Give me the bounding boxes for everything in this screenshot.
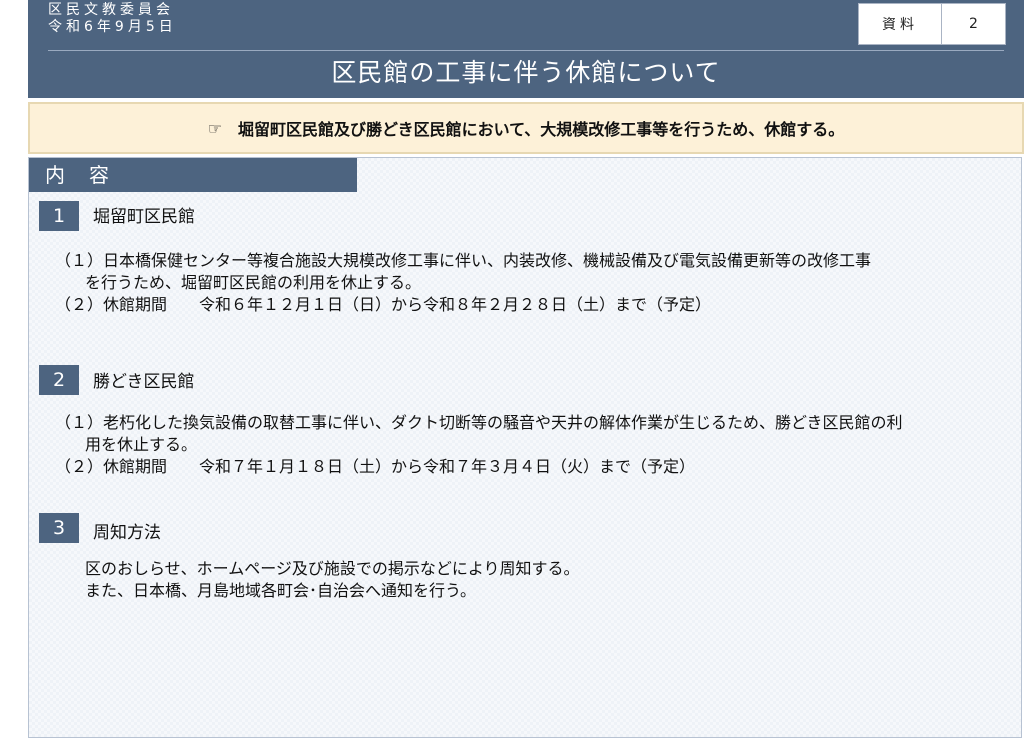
section-3-number: 3 — [39, 513, 79, 543]
summary-text: 堀留町区民館及び勝どき区民館において、大規模改修工事等を行うため、休館する。 — [238, 120, 845, 139]
document-number-box: 資料 2 — [858, 3, 1006, 45]
content-panel: 内 容 1 堀留町区民館 （１）日本橋保健センター等複合施設大規模改修工事に伴い… — [28, 157, 1022, 738]
section-1-number: 1 — [39, 201, 79, 231]
section-2-line-3: （２）休館期間 令和７年１月１８日（土）から令和７年３月４日（火）まで（予定） — [55, 457, 696, 476]
section-3-line-1: 区のおしらせ、ホームページ及び施設での掲示などにより周知する。 — [85, 559, 580, 578]
section-3-line-2: また、日本橋、月島地域各町会･自治会へ通知を行う。 — [85, 581, 477, 600]
doc-label: 資料 — [859, 4, 942, 44]
section-2-title: 勝どき区民館 — [93, 372, 195, 392]
section-2-line-1: （１）老朽化した換気設備の取替工事に伴い、ダクト切断等の騒音や天井の解体作業が生… — [55, 413, 903, 432]
page-title: 区民館の工事に伴う休館について — [331, 58, 721, 87]
summary-box: ☞ 堀留町区民館及び勝どき区民館において、大規模改修工事等を行うため、休館する。 — [28, 102, 1024, 154]
committee-name: 区民文教委員会 — [48, 2, 174, 18]
committee-block: 区民文教委員会 令和6年9月5日 — [48, 2, 177, 36]
section-3-title: 周知方法 — [93, 523, 161, 543]
section-1-line-3: （２）休館期間 令和６年１２月１日（日）から令和８年２月２８日（土）まで（予定） — [55, 295, 712, 314]
content-tab: 内 容 — [29, 158, 357, 192]
section-1-line-2: を行うため、堀留町区民館の利用を休止する。 — [85, 273, 422, 292]
meeting-date: 令和6年9月5日 — [48, 19, 177, 35]
header-divider — [48, 50, 1004, 51]
section-1-line-1: （１）日本橋保健センター等複合施設大規模改修工事に伴い、内装改修、機械設備及び電… — [55, 251, 872, 270]
pointing-hand-icon: ☞ — [207, 118, 223, 138]
section-1-title: 堀留町区民館 — [93, 207, 195, 227]
doc-number: 2 — [969, 16, 978, 32]
header-band: 区民文教委員会 令和6年9月5日 資料 2 区民館の工事に伴う休館について — [28, 0, 1024, 98]
document-slide: 区民文教委員会 令和6年9月5日 資料 2 区民館の工事に伴う休館について ☞ … — [28, 0, 1024, 738]
section-2-number: 2 — [39, 365, 79, 395]
section-2-line-2: 用を休止する。 — [85, 435, 198, 454]
